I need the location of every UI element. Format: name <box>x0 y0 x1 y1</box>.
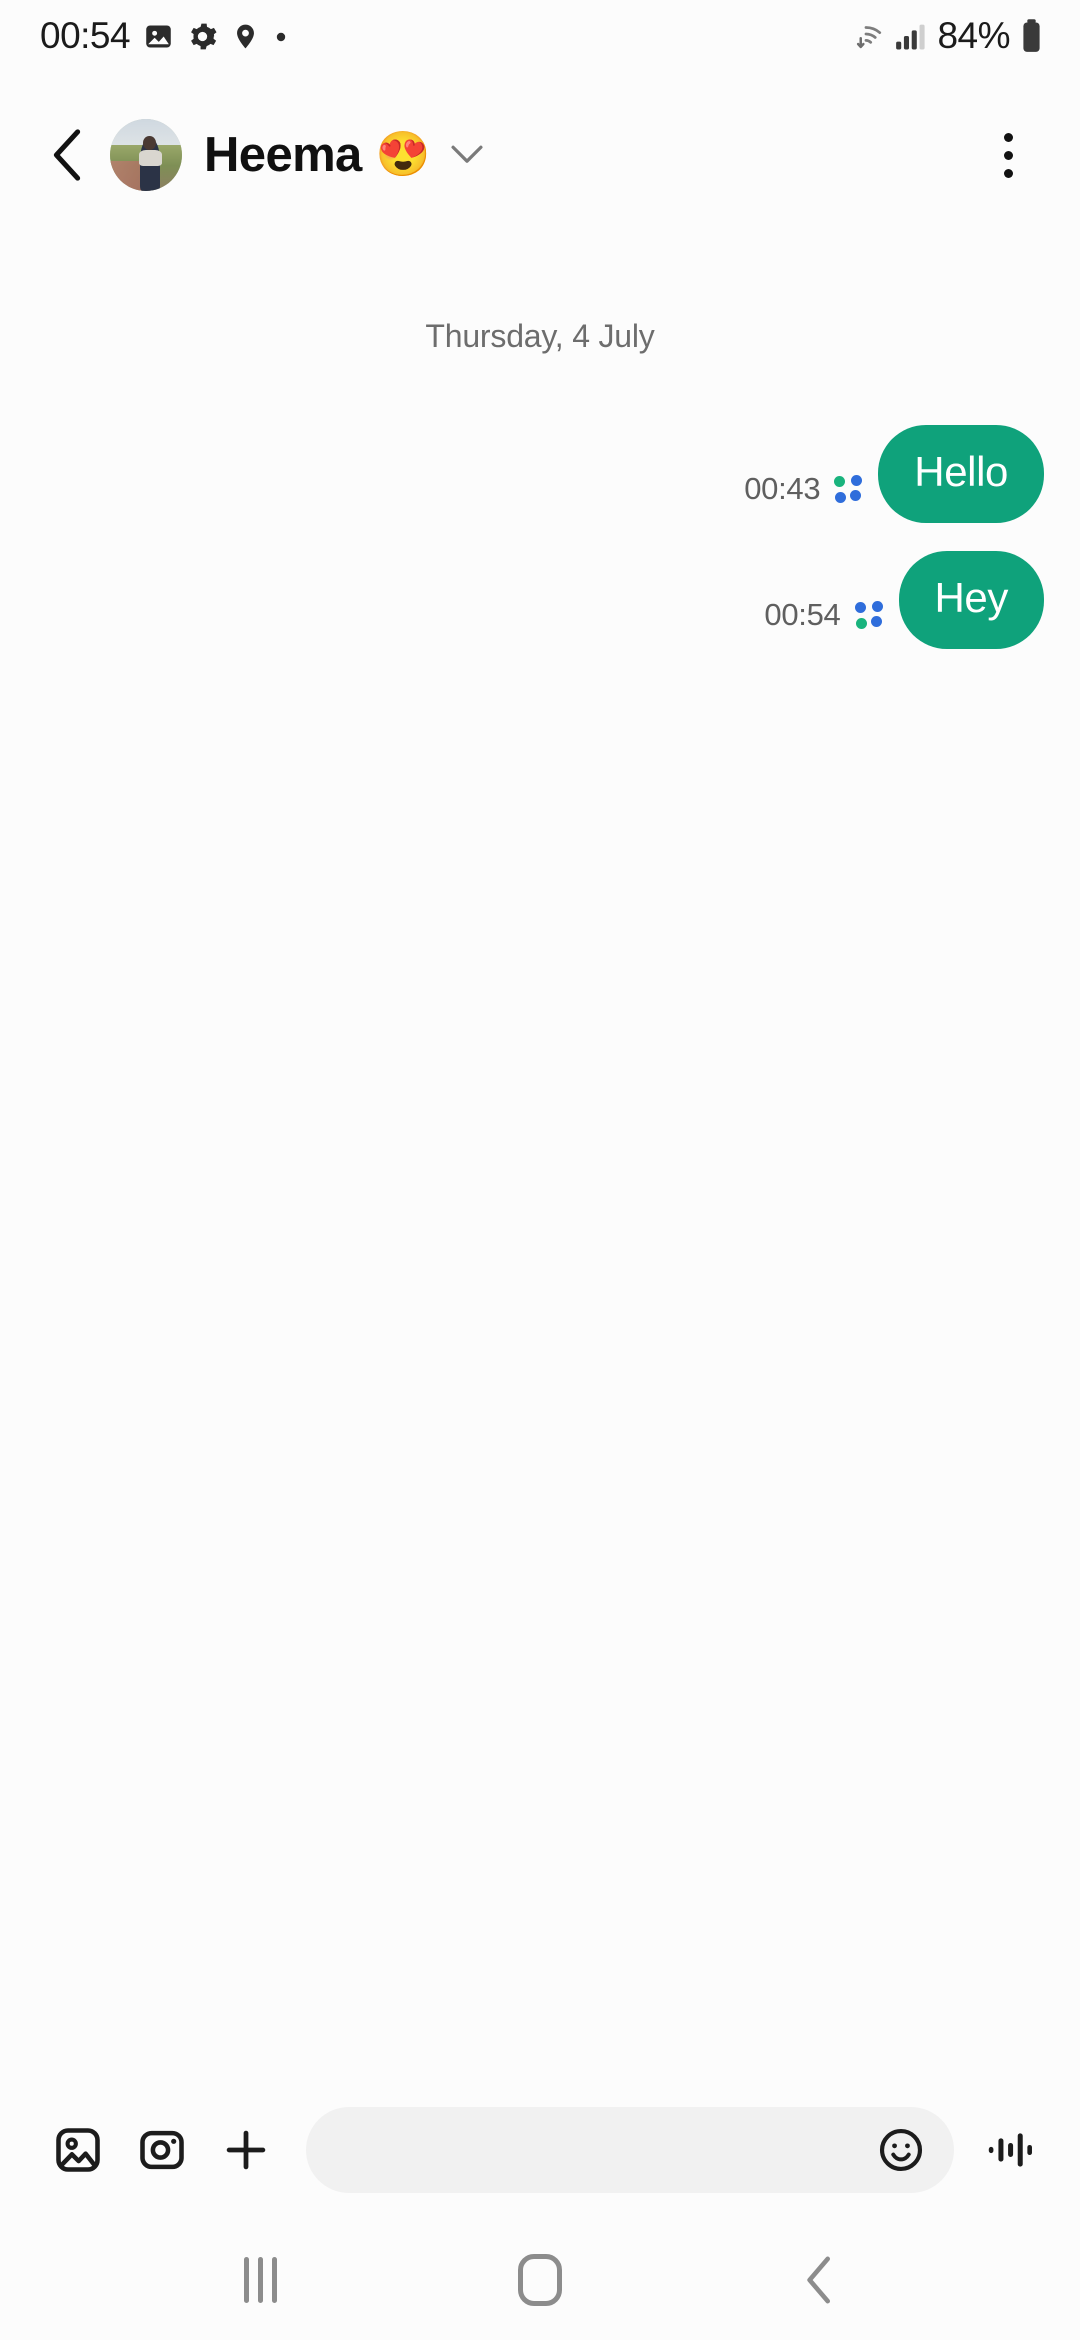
status-bar: 00:54 84% <box>0 0 1080 72</box>
emoji-smiley-icon <box>879 2128 923 2172</box>
back-button[interactable] <box>40 127 96 183</box>
chevron-down-icon[interactable] <box>445 133 489 177</box>
recents-button[interactable] <box>200 2235 320 2325</box>
camera-icon <box>140 2130 184 2170</box>
gear-icon <box>187 21 218 52</box>
image-icon <box>143 21 174 52</box>
chat-header: Heema 😍 <box>0 100 1080 210</box>
battery-percent-label: 84% <box>937 15 1010 56</box>
dot-icon <box>273 28 289 44</box>
message-list[interactable]: Thursday, 4 July 00:43 Hello 00:54 Hey <box>0 210 1080 2080</box>
system-navigation-bar <box>0 2220 1080 2340</box>
avatar-foreground <box>110 160 144 191</box>
page-title: Heema <box>204 128 362 182</box>
signal-icon <box>894 20 928 52</box>
emoji-button[interactable] <box>870 2119 932 2181</box>
contact-title-group[interactable]: Heema 😍 <box>204 127 489 183</box>
message-row[interactable]: 00:54 Hey <box>36 551 1044 649</box>
add-attachment-button[interactable] <box>204 2108 288 2192</box>
message-row[interactable]: 00:43 Hello <box>36 425 1044 523</box>
location-pin-icon <box>231 21 260 52</box>
message-meta: 00:54 <box>764 597 883 649</box>
avatar-person-shirt <box>138 149 162 166</box>
message-input-container[interactable] <box>306 2107 954 2193</box>
overflow-menu-button[interactable] <box>980 120 1036 190</box>
more-vertical-icon <box>1003 132 1013 142</box>
avatar[interactable] <box>110 119 182 191</box>
more-vertical-icon <box>1003 168 1013 178</box>
voice-waveform-icon <box>988 2133 1032 2167</box>
status-bar-right: 84% <box>847 15 1044 57</box>
home-icon <box>518 2254 562 2306</box>
system-back-button[interactable] <box>760 2235 880 2325</box>
message-input[interactable] <box>340 2129 870 2171</box>
wifi-icon <box>847 18 885 54</box>
sending-dots-icon <box>834 475 863 503</box>
plus-icon <box>226 2130 266 2170</box>
recents-icon <box>243 2257 277 2303</box>
camera-button[interactable] <box>120 2108 204 2192</box>
message-timestamp: 00:54 <box>764 597 841 632</box>
image-icon <box>56 2128 100 2172</box>
status-bar-left: 00:54 <box>40 15 289 57</box>
chevron-left-icon <box>807 2256 830 2304</box>
voice-record-button[interactable] <box>970 2108 1050 2192</box>
gallery-button[interactable] <box>36 2108 120 2192</box>
chat-screen: 00:54 84% Heema 😍 Thursday, 4 July 00:43… <box>0 0 1080 2340</box>
message-bubble[interactable]: Hello <box>878 425 1044 523</box>
status-bar-clock: 00:54 <box>40 15 131 56</box>
home-button[interactable] <box>480 2235 600 2325</box>
avatar-person-head <box>143 135 157 150</box>
battery-icon <box>1019 18 1044 54</box>
more-vertical-icon <box>1003 150 1013 160</box>
date-divider: Thursday, 4 July <box>425 318 655 354</box>
message-meta: 00:43 <box>744 471 863 523</box>
chevron-left-icon <box>53 129 81 181</box>
message-timestamp: 00:43 <box>744 471 821 506</box>
message-bubble[interactable]: Hey <box>898 551 1044 649</box>
sending-dots-icon <box>854 601 883 629</box>
composer-bar <box>0 2080 1080 2220</box>
heart-eyes-emoji-icon: 😍 <box>375 130 431 179</box>
